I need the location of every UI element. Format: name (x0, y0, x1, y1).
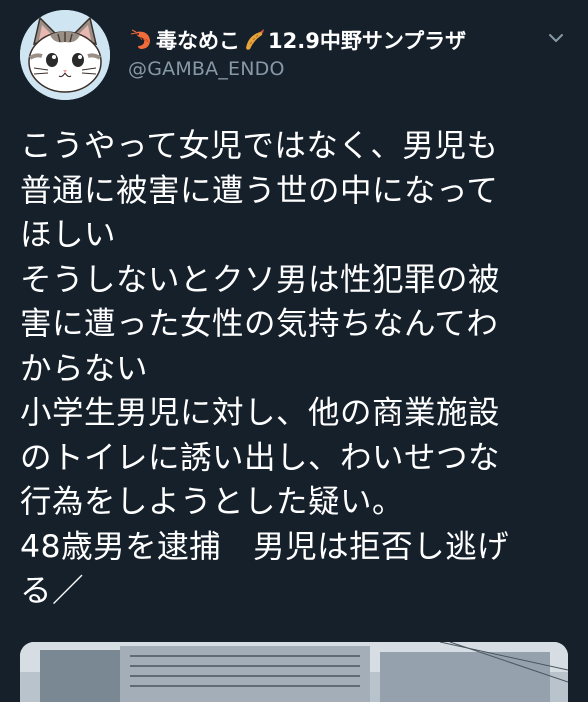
tweet-text-line: こうやって女児ではなく、男児も (20, 128, 499, 164)
building-photo-icon (20, 642, 568, 702)
tweet-text-line: 小学生男児に対し、他の商業施設 (20, 395, 501, 431)
tweet-text-line: からない (20, 350, 149, 387)
shrimp-icon (130, 28, 154, 52)
tweet-text-line: のトイレに誘い出し、わいせつな (20, 439, 501, 476)
tweet-text-line: る／ (20, 573, 85, 609)
tweet-text-line: 48歳男を逮捕 男児は拒否し逃げ (20, 528, 510, 565)
tweet-text: こうやって女児ではなく、男児も 普通に被害に遭う世の中になって ほしい そうしな… (20, 124, 580, 614)
chevron-down-icon[interactable] (545, 27, 567, 49)
tweet-text-line: 行為をしようとした疑い。 (20, 484, 405, 520)
display-name-suffix: 12.9中野サンプラザ (268, 29, 467, 53)
display-name-prefix: 毒なめこ (156, 29, 240, 53)
tweet-text-line: そうしないとクソ男は性犯罪の被 (20, 261, 501, 298)
tweet-text-line: ほしい (20, 217, 117, 253)
tweet-text-line: 害に遭った女性の気持ちなんてわ (20, 306, 499, 342)
tweet: 毒なめこ 12.9中野サンプラザ @GAMBA_ENDO こうやって女児ではなく… (0, 0, 588, 702)
user-handle[interactable]: @GAMBA_ENDO (128, 58, 548, 80)
media-image[interactable] (20, 642, 568, 702)
tweet-text-line: 普通に被害に遭う世の中になって (20, 172, 499, 209)
fried-shrimp-icon (242, 28, 266, 52)
avatar[interactable] (20, 10, 110, 100)
display-name[interactable]: 毒なめこ 12.9中野サンプラザ (128, 24, 548, 56)
cat-avatar-icon (20, 10, 110, 100)
tweet-header: 毒なめこ 12.9中野サンプラザ @GAMBA_ENDO (128, 24, 548, 80)
